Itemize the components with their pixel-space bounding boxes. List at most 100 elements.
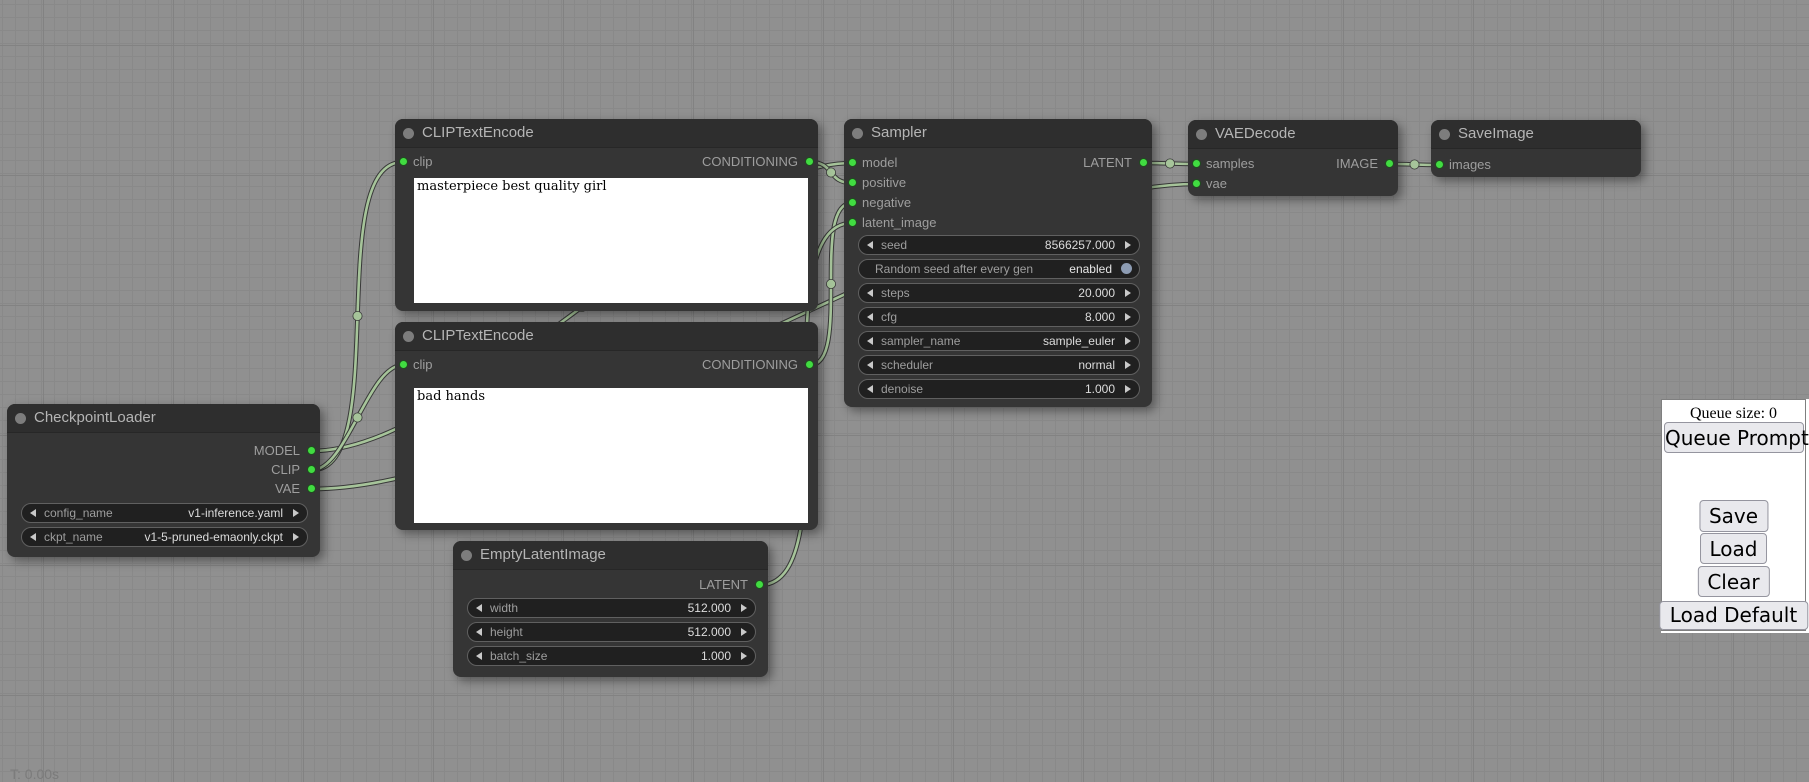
collapse-dot[interactable]	[1196, 129, 1207, 140]
increment-arrow-icon[interactable]	[1125, 241, 1131, 249]
collapse-dot[interactable]	[1439, 129, 1450, 140]
input-dot-model[interactable]	[848, 158, 857, 167]
node-clip-text-encode-negative[interactable]: CLIPTextEncodeclipCONDITIONINGbad hands	[395, 322, 818, 530]
increment-arrow-icon[interactable]	[1125, 337, 1131, 345]
decrement-arrow-icon[interactable]	[867, 337, 873, 345]
output-dot-image[interactable]	[1385, 159, 1394, 168]
widget-batch-size[interactable]: batch_size1.000	[467, 646, 756, 666]
input-dot-clip[interactable]	[399, 157, 408, 166]
widget-denoise[interactable]: denoise1.000	[858, 379, 1140, 399]
node-title-bar[interactable]: SaveImage	[1431, 120, 1641, 149]
node-title: EmptyLatentImage	[480, 541, 606, 569]
node-empty-latent-image[interactable]: EmptyLatentImageLATENTwidth512.000height…	[453, 541, 768, 677]
widget-seed[interactable]: seed8566257.000	[858, 235, 1140, 255]
widget-ckpt-name[interactable]: ckpt_namev1-5-pruned-emaonly.ckpt	[21, 527, 308, 547]
collapse-dot[interactable]	[852, 128, 863, 139]
widget-label: seed	[881, 236, 907, 254]
collapse-dot[interactable]	[15, 413, 26, 424]
increment-arrow-icon[interactable]	[741, 652, 747, 660]
widget-config-name[interactable]: config_namev1-inference.yaml	[21, 503, 308, 523]
increment-arrow-icon[interactable]	[1125, 361, 1131, 369]
widget-sampler-name[interactable]: sampler_namesample_euler	[858, 331, 1140, 351]
decrement-arrow-icon[interactable]	[867, 313, 873, 321]
node-title-bar[interactable]: CLIPTextEncode	[395, 322, 818, 351]
collapse-dot[interactable]	[461, 550, 472, 561]
increment-arrow-icon[interactable]	[741, 604, 747, 612]
input-dot-latent-image[interactable]	[848, 218, 857, 227]
widget-label: config_name	[44, 504, 113, 522]
widget-cfg[interactable]: cfg8.000	[858, 307, 1140, 327]
node-title-bar[interactable]: CheckpointLoader	[7, 404, 320, 433]
increment-arrow-icon[interactable]	[293, 533, 299, 541]
output-slot-clip: CLIP	[271, 460, 320, 480]
node-vae-decode[interactable]: VAEDecodesamplesvaeIMAGE	[1188, 120, 1398, 196]
node-sampler[interactable]: Samplermodelpositivenegativelatent_image…	[844, 119, 1152, 407]
output-label: VAE	[275, 481, 300, 496]
increment-arrow-icon[interactable]	[1125, 385, 1131, 393]
decrement-arrow-icon[interactable]	[867, 241, 873, 249]
output-slot-conditioning: CONDITIONING	[702, 152, 818, 172]
output-dot-conditioning[interactable]	[805, 157, 814, 166]
node-title-bar[interactable]: CLIPTextEncode	[395, 119, 818, 148]
node-title-bar[interactable]: VAEDecode	[1188, 120, 1398, 149]
node-title-bar[interactable]: EmptyLatentImage	[453, 541, 768, 570]
widget-label: ckpt_name	[44, 528, 103, 546]
prompt-textarea[interactable]: masterpiece best quality girl	[414, 178, 808, 303]
graph-canvas[interactable]: CheckpointLoaderMODELCLIPVAEconfig_namev…	[0, 0, 1809, 782]
increment-arrow-icon[interactable]	[1125, 289, 1131, 297]
output-label: CLIP	[271, 462, 300, 477]
collapse-dot[interactable]	[403, 128, 414, 139]
node-title-bar[interactable]: Sampler	[844, 119, 1152, 148]
input-dot-negative[interactable]	[848, 198, 857, 207]
output-dot-clip[interactable]	[307, 465, 316, 474]
input-slot-latent-image: latent_image	[844, 213, 936, 233]
output-dot-vae[interactable]	[307, 484, 316, 493]
node-checkpoint-loader[interactable]: CheckpointLoaderMODELCLIPVAEconfig_namev…	[7, 404, 320, 557]
save-button[interactable]: Save	[1699, 500, 1768, 532]
load-button[interactable]: Load	[1700, 533, 1768, 564]
input-slot-samples: samples	[1188, 154, 1254, 174]
node-title: VAEDecode	[1215, 120, 1296, 148]
node-title: CheckpointLoader	[34, 404, 156, 432]
prompt-textarea[interactable]: bad hands	[414, 388, 808, 523]
output-dot-latent[interactable]	[755, 580, 764, 589]
input-dot-vae[interactable]	[1192, 179, 1201, 188]
node-title: SaveImage	[1458, 120, 1534, 148]
widget-width[interactable]: width 512.000	[467, 598, 756, 618]
widget-value: 512.000	[688, 599, 731, 617]
widget-label: height	[490, 623, 523, 641]
decrement-arrow-icon[interactable]	[476, 652, 482, 660]
decrement-arrow-icon[interactable]	[867, 385, 873, 393]
input-dot-clip[interactable]	[399, 360, 408, 369]
render-time-label: T: 0.00s	[10, 766, 59, 782]
output-dot-latent[interactable]	[1139, 158, 1148, 167]
toggle-knob-icon[interactable]	[1121, 263, 1132, 274]
widget-label: width	[490, 599, 518, 617]
decrement-arrow-icon[interactable]	[867, 289, 873, 297]
input-dot-positive[interactable]	[848, 178, 857, 187]
widget-scheduler[interactable]: schedulernormal	[858, 355, 1140, 375]
widget-height[interactable]: height512.000	[467, 622, 756, 642]
node-save-image[interactable]: SaveImageimages	[1431, 120, 1641, 177]
input-dot-images[interactable]	[1435, 160, 1444, 169]
decrement-arrow-icon[interactable]	[30, 509, 36, 517]
increment-arrow-icon[interactable]	[293, 509, 299, 517]
decrement-arrow-icon[interactable]	[476, 604, 482, 612]
node-title: Sampler	[871, 119, 927, 147]
node-clip-text-encode-positive[interactable]: CLIPTextEncode clip CONDITIONING masterpiec…	[395, 119, 818, 311]
decrement-arrow-icon[interactable]	[476, 628, 482, 636]
decrement-arrow-icon[interactable]	[30, 533, 36, 541]
queue-prompt-button[interactable]: Queue Prompt	[1664, 422, 1804, 453]
widget-random-seed-after-every-gen[interactable]: Random seed after every genenabled	[858, 259, 1140, 279]
collapse-dot[interactable]	[403, 331, 414, 342]
clear-button[interactable]: Clear	[1697, 566, 1769, 597]
input-label: clip	[413, 154, 433, 169]
output-dot-conditioning[interactable]	[805, 360, 814, 369]
load-default-button[interactable]: Load Default	[1659, 601, 1808, 630]
increment-arrow-icon[interactable]	[1125, 313, 1131, 321]
increment-arrow-icon[interactable]	[741, 628, 747, 636]
input-dot-samples[interactable]	[1192, 159, 1201, 168]
decrement-arrow-icon[interactable]	[867, 361, 873, 369]
output-dot-model[interactable]	[307, 446, 316, 455]
widget-steps[interactable]: steps20.000	[858, 283, 1140, 303]
